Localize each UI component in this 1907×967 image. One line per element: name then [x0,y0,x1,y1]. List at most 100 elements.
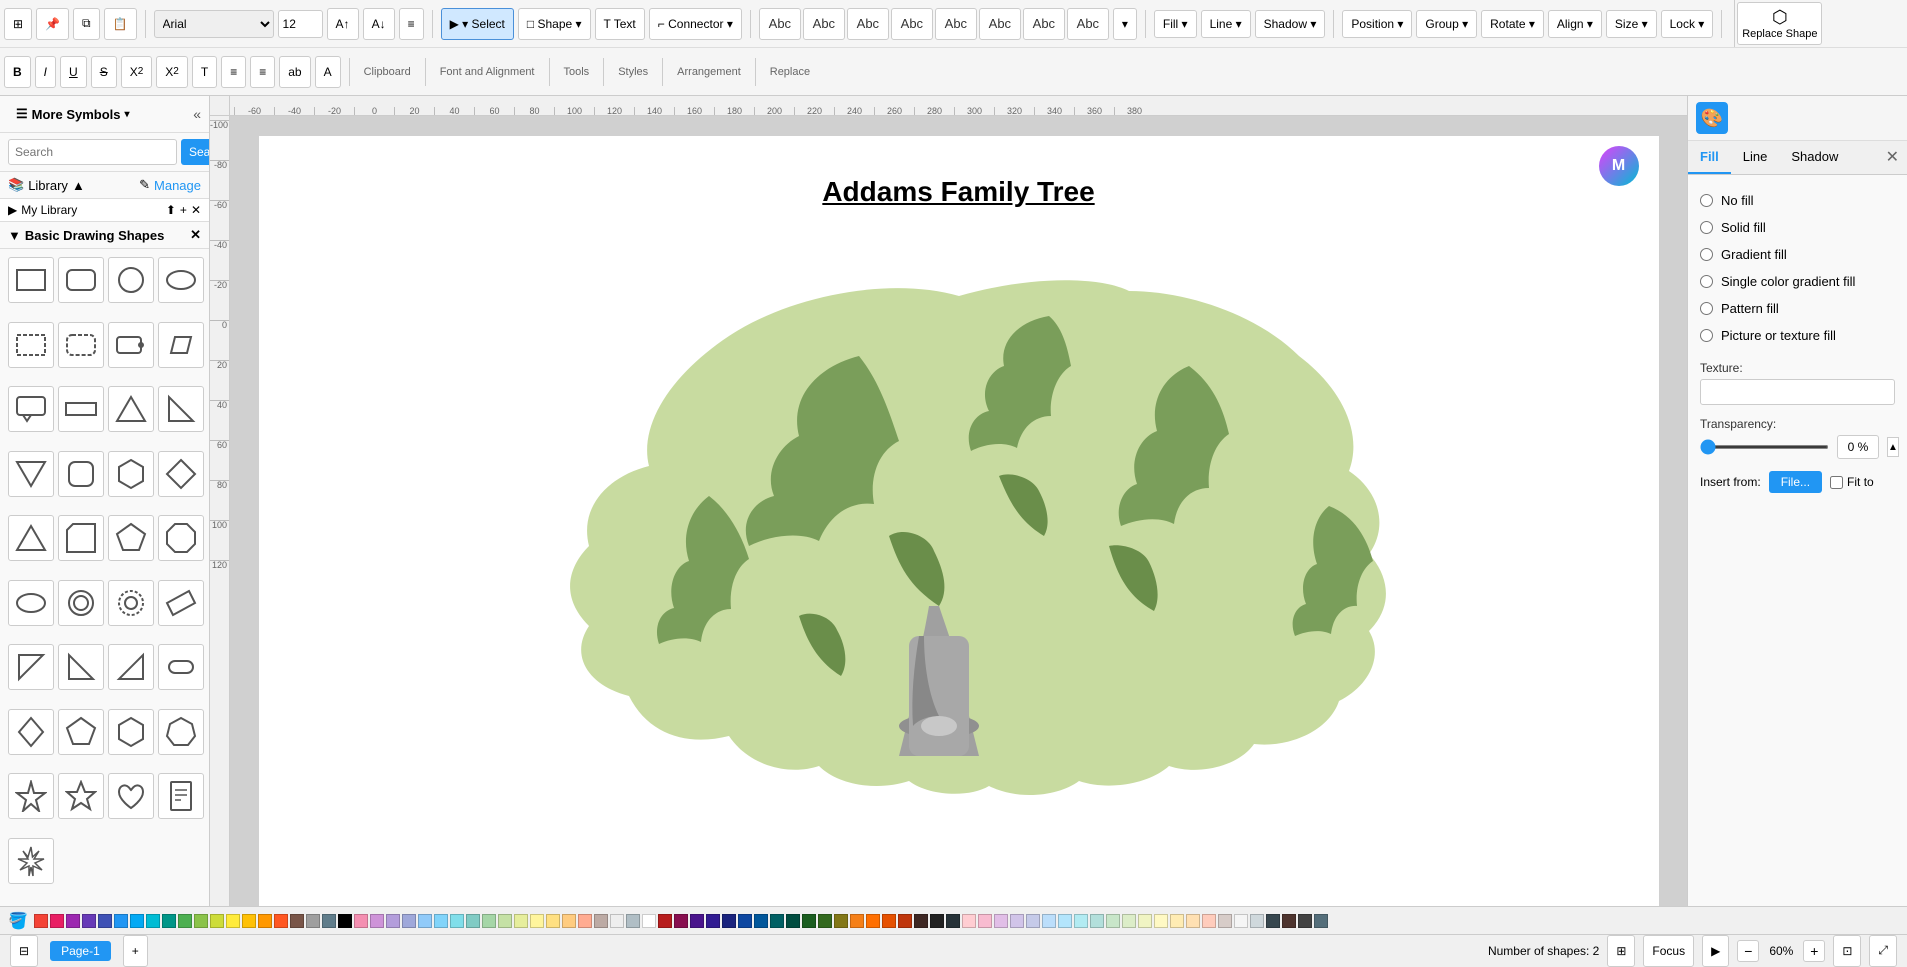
add-icon[interactable]: + [180,203,187,217]
shape-rounded-dashed[interactable] [58,322,104,368]
color-swatch-1[interactable] [50,914,64,928]
shape-oval[interactable] [8,580,54,626]
close-basic-icon[interactable]: ✕ [190,227,201,243]
shape-rectangle[interactable] [8,257,54,303]
font-grow-btn[interactable]: A↑ [327,8,359,40]
color-swatch-74[interactable] [1218,914,1232,928]
color-swatch-43[interactable] [722,914,736,928]
bgcolor-btn[interactable]: ab [279,56,310,88]
color-swatch-40[interactable] [674,914,688,928]
diagram-title[interactable]: Addams Family Tree [259,176,1659,208]
fill-radio-single-gradient[interactable] [1700,275,1713,288]
color-swatch-45[interactable] [754,914,768,928]
color-swatch-25[interactable] [434,914,448,928]
fill-radio-none[interactable] [1700,194,1713,207]
line-btn[interactable]: Line ▾ [1201,10,1251,38]
underline-btn[interactable]: U [60,56,87,88]
color-swatch-32[interactable] [546,914,560,928]
shape-ellipse[interactable] [158,257,204,303]
shape-rect-dashed[interactable] [8,322,54,368]
shape-hexagon2[interactable] [108,709,154,755]
color-swatch-42[interactable] [706,914,720,928]
color-swatch-54[interactable] [898,914,912,928]
color-swatch-18[interactable] [322,914,336,928]
shape-tri-up[interactable] [8,515,54,561]
pin-btn[interactable]: 📌 [36,8,69,40]
shape-heptagon[interactable] [158,709,204,755]
list-btn[interactable]: ≡ [221,56,246,88]
color-swatch-52[interactable] [866,914,880,928]
my-library-label[interactable]: My Library [21,203,77,217]
color-swatch-22[interactable] [386,914,400,928]
select-tool-btn[interactable]: ▶ ▾ Select [441,8,514,40]
shape-pentagon2[interactable] [58,709,104,755]
shape-wide-rect[interactable] [58,386,104,432]
subscript-btn[interactable]: X2 [156,56,188,88]
search-input[interactable] [8,139,177,165]
color-swatch-24[interactable] [418,914,432,928]
text-format-btn[interactable]: T [192,56,217,88]
font-color-btn[interactable]: A [315,56,341,88]
color-swatch-61[interactable] [1010,914,1024,928]
page-tab-active[interactable]: Page-1 [50,941,111,961]
abc-style-1[interactable]: Abc [759,8,801,40]
color-swatch-73[interactable] [1202,914,1216,928]
tab-fill[interactable]: Fill [1688,141,1731,174]
transparency-value-input[interactable]: 0 % [1837,435,1879,459]
fill-option-single-gradient[interactable]: Single color gradient fill [1700,268,1895,295]
zoom-in-btn[interactable]: + [1803,940,1825,962]
shape-ring[interactable] [58,580,104,626]
tab-shadow[interactable]: Shadow [1779,141,1850,174]
shape-stadium[interactable] [158,644,204,690]
color-swatch-75[interactable] [1234,914,1248,928]
color-swatch-49[interactable] [818,914,832,928]
close-icon[interactable]: ✕ [191,203,201,217]
color-swatch-27[interactable] [466,914,480,928]
color-swatch-41[interactable] [690,914,704,928]
more-styles-btn[interactable]: ▾ [1113,8,1137,40]
font-size-input[interactable] [278,10,323,38]
color-swatch-17[interactable] [306,914,320,928]
shape-star6[interactable] [58,773,104,819]
fill-radio-texture[interactable] [1700,329,1713,342]
color-swatch-30[interactable] [514,914,528,928]
color-swatch-65[interactable] [1074,914,1088,928]
color-swatch-80[interactable] [1314,914,1328,928]
shape-pentagon[interactable] [108,515,154,561]
shape-doc[interactable] [158,773,204,819]
color-swatch-14[interactable] [258,914,272,928]
shape-snip-rect[interactable] [58,515,104,561]
color-swatch-62[interactable] [1026,914,1040,928]
fill-option-none[interactable]: No fill [1700,187,1895,214]
color-swatch-3[interactable] [82,914,96,928]
color-swatch-23[interactable] [402,914,416,928]
canvas-scroll[interactable]: M Addams Family Tree [230,116,1687,906]
fill-radio-solid[interactable] [1700,221,1713,234]
fit-btn[interactable]: ⊡ [1833,935,1861,967]
fill-option-texture[interactable]: Picture or texture fill [1700,322,1895,349]
color-swatch-44[interactable] [738,914,752,928]
color-swatch-34[interactable] [578,914,592,928]
text-tool-btn[interactable]: T Text [595,8,645,40]
color-swatch-56[interactable] [930,914,944,928]
color-swatch-35[interactable] [594,914,608,928]
layers-btn[interactable]: ⊞ [1607,935,1635,967]
file-btn[interactable]: File... [1769,471,1822,493]
color-swatch-47[interactable] [786,914,800,928]
shape-circle[interactable] [108,257,154,303]
shape-rounded-square[interactable] [58,451,104,497]
color-swatch-78[interactable] [1282,914,1296,928]
shape-ring2[interactable] [108,580,154,626]
color-swatch-48[interactable] [802,914,816,928]
superscript-btn[interactable]: X2 [121,56,153,88]
color-swatch-71[interactable] [1170,914,1184,928]
copy-btn[interactable]: ⧉ [73,8,100,40]
shape-right-tri4[interactable] [108,644,154,690]
color-swatch-59[interactable] [978,914,992,928]
font-shrink-btn[interactable]: A↓ [363,8,395,40]
abc-style-4[interactable]: Abc [891,8,933,40]
color-swatch-33[interactable] [562,914,576,928]
shape-triangle[interactable] [108,386,154,432]
color-swatch-29[interactable] [498,914,512,928]
color-swatch-36[interactable] [610,914,624,928]
